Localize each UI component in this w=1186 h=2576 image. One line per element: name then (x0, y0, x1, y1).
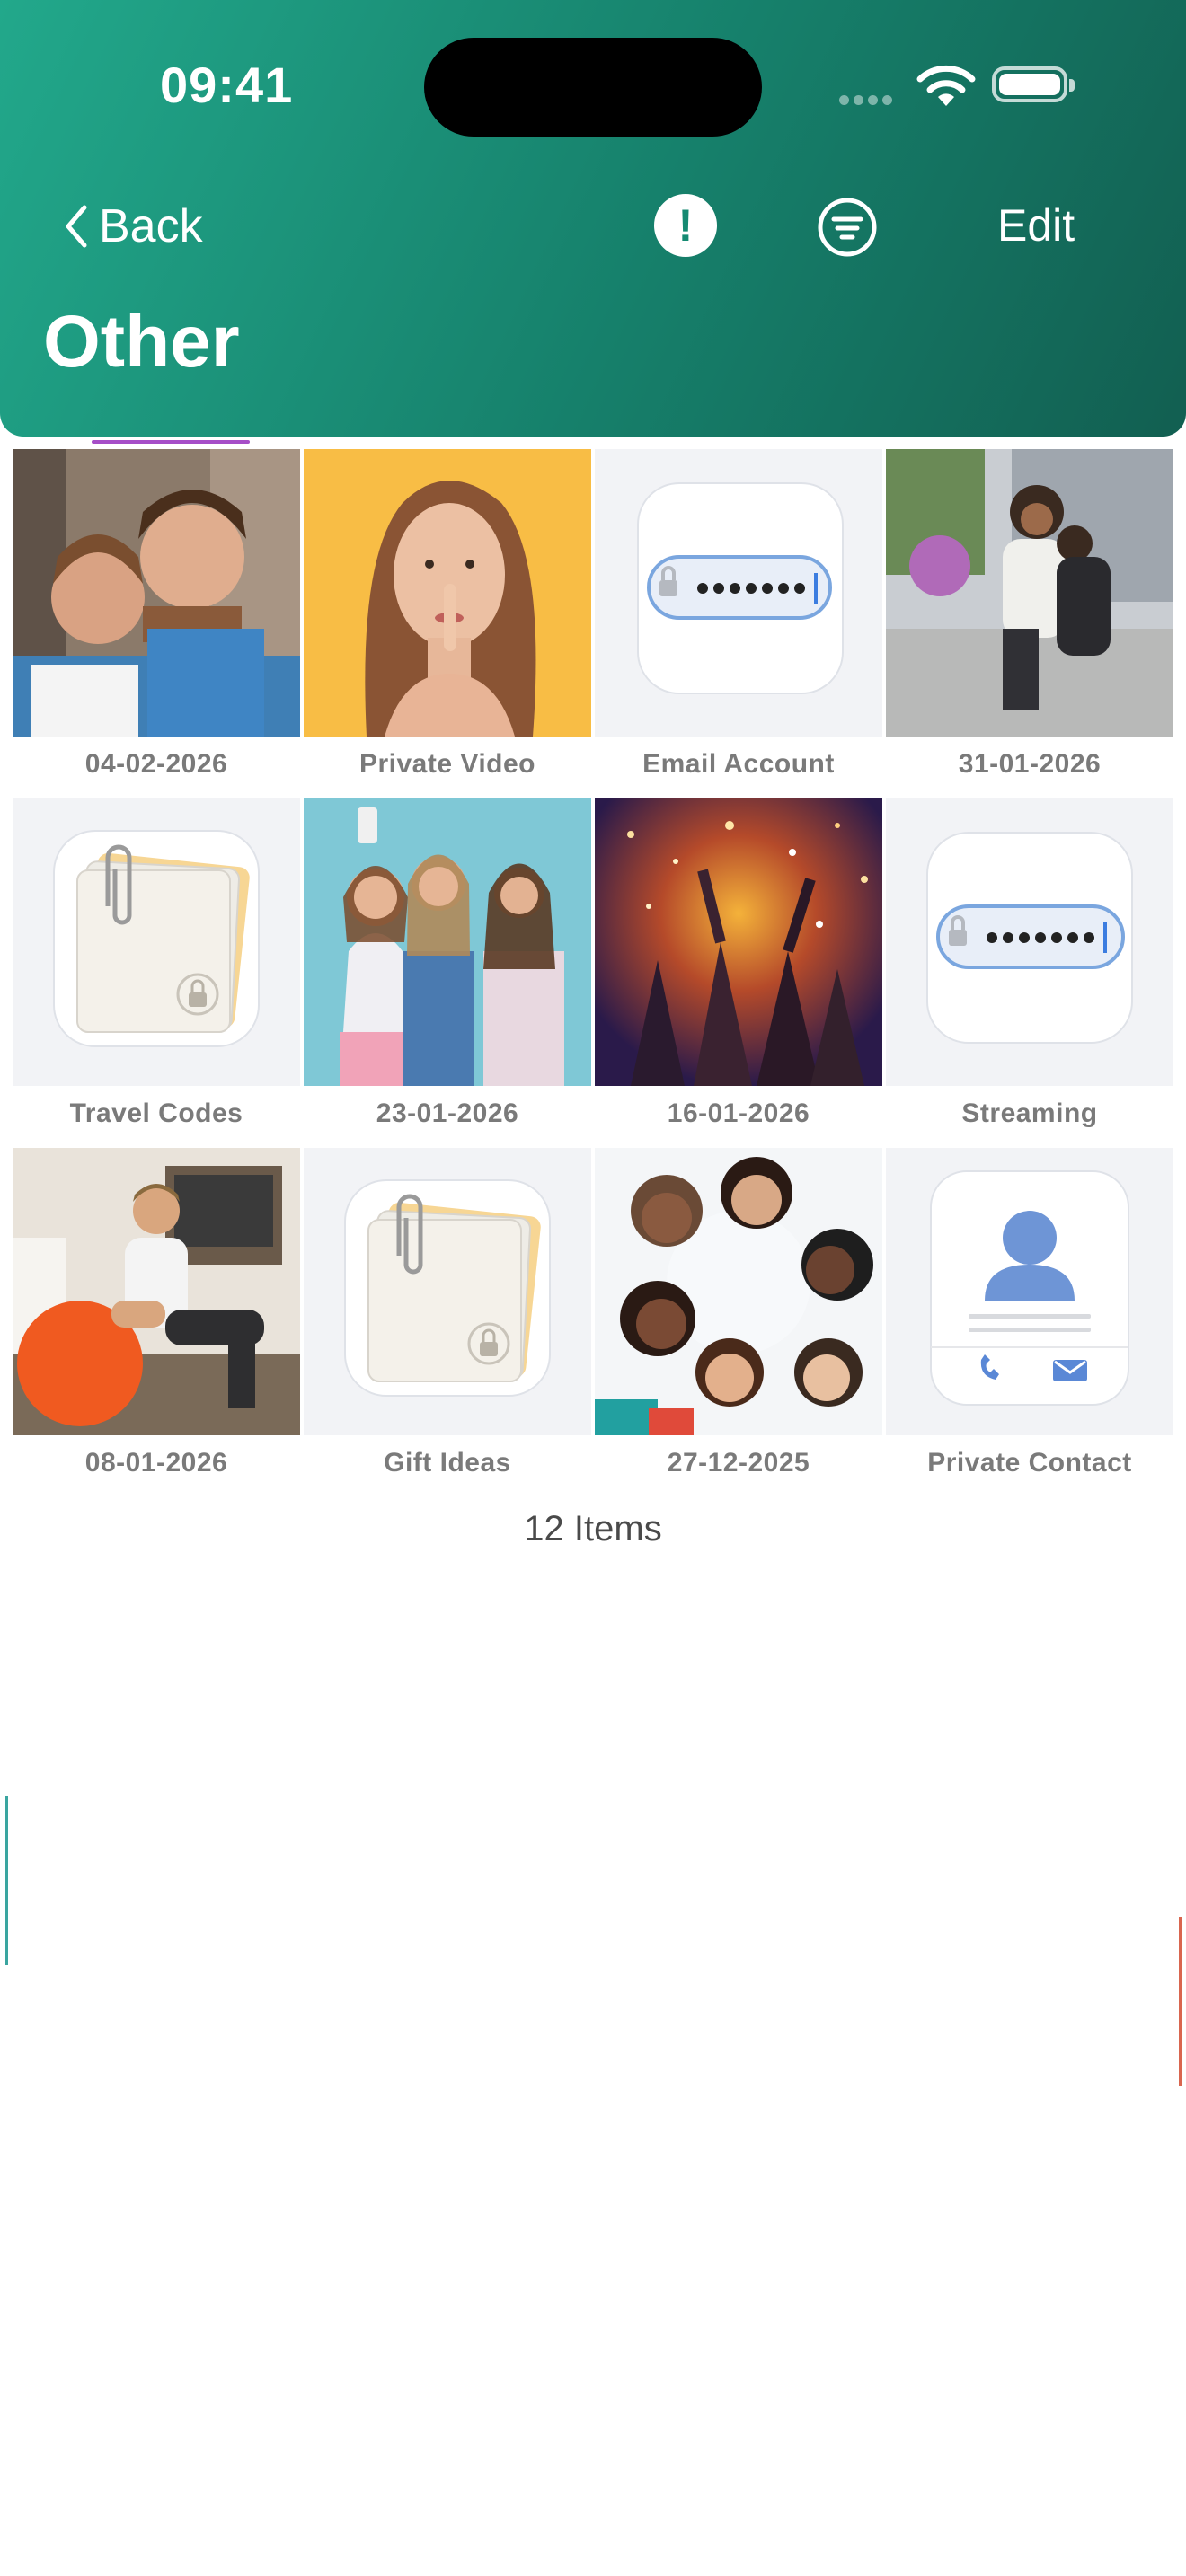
grid-item[interactable]: Private Contact (886, 1148, 1173, 1478)
scroll-indicator (92, 440, 250, 444)
grid-item[interactable]: Gift Ideas (304, 1148, 591, 1478)
filter-button[interactable] (816, 196, 879, 263)
password-item-icon[interactable] (886, 798, 1173, 1086)
edge-accent-left (5, 1796, 8, 1965)
back-label: Back (99, 200, 203, 252)
item-label: Gift Ideas (384, 1448, 511, 1478)
grid-item[interactable]: 08-01-2026 (13, 1148, 300, 1478)
dynamic-island (424, 38, 762, 137)
wifi-icon (915, 63, 978, 112)
photo-thumbnail[interactable] (13, 449, 300, 737)
video-thumbnail[interactable] (304, 449, 591, 737)
grid-item[interactable]: Private Video (304, 449, 591, 780)
cellular-signal-icon (839, 93, 897, 110)
item-label: Streaming (961, 1098, 1098, 1128)
item-count: 12 Items (524, 1509, 662, 1548)
grid-item[interactable]: 27-12-2025 (595, 1148, 882, 1478)
photo-thumbnail[interactable] (304, 798, 591, 1086)
header: 09:41 Back ! Edit Other (0, 0, 1186, 437)
edge-accent-right (1179, 1917, 1182, 2086)
edit-button[interactable]: Edit (997, 199, 1075, 251)
photo-thumbnail[interactable] (13, 1148, 300, 1435)
item-label: 27-12-2025 (667, 1448, 810, 1478)
filter-icon (818, 198, 877, 257)
photo-thumbnail[interactable] (886, 449, 1173, 737)
grid-item[interactable]: Streaming (886, 798, 1173, 1129)
exclamation-icon: ! (677, 200, 694, 251)
page-title: Other (43, 301, 240, 383)
item-label: 16-01-2026 (667, 1098, 810, 1128)
item-label: 04-02-2026 (84, 749, 228, 779)
back-button[interactable]: Back (63, 199, 203, 253)
item-label: Email Account (642, 749, 835, 779)
note-item-icon[interactable] (13, 798, 300, 1086)
grid-item[interactable]: 31-01-2026 (886, 449, 1173, 780)
grid-item[interactable]: 23-01-2026 (304, 798, 591, 1129)
info-button[interactable]: ! (654, 194, 717, 257)
item-label: 31-01-2026 (958, 749, 1102, 779)
battery-icon (992, 66, 1075, 102)
item-label: 23-01-2026 (376, 1098, 519, 1128)
grid-item[interactable]: Email Account (595, 449, 882, 780)
contact-item-icon[interactable] (886, 1148, 1173, 1435)
grid-item[interactable]: Travel Codes (13, 798, 300, 1129)
photo-thumbnail[interactable] (595, 798, 882, 1086)
note-item-icon[interactable] (304, 1148, 591, 1435)
item-label: Private Contact (927, 1448, 1132, 1478)
item-label: Travel Codes (69, 1098, 243, 1128)
grid-item[interactable]: 04-02-2026 (13, 449, 300, 780)
password-item-icon[interactable] (595, 449, 882, 737)
grid-item[interactable]: 16-01-2026 (595, 798, 882, 1129)
chevron-left-icon (66, 205, 87, 248)
item-label: Private Video (358, 749, 536, 779)
photo-thumbnail[interactable] (595, 1148, 882, 1435)
item-label: 08-01-2026 (84, 1448, 228, 1478)
status-time: 09:41 (160, 57, 294, 113)
